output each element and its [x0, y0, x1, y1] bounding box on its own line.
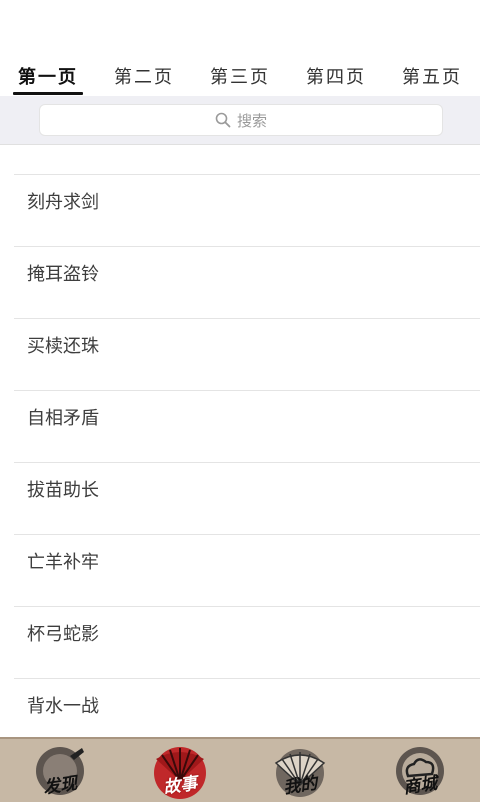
- tab-label: 第二页: [114, 67, 174, 88]
- nav-stories-label: 故事: [162, 773, 199, 799]
- nav-discover[interactable]: 发现: [0, 739, 120, 802]
- list-item-title: 背水一战: [27, 695, 99, 717]
- bottom-navigation: 发现 故事 我的 商城: [0, 737, 480, 802]
- page-tabs: 第一页 第二页 第三页 第四页 第五页: [0, 56, 480, 96]
- list-item[interactable]: 亡羊补牢: [14, 534, 480, 606]
- list-item[interactable]: 掩耳盗铃: [14, 246, 480, 318]
- tab-page-2[interactable]: 第二页: [96, 56, 192, 96]
- nav-mall-label: 商城: [402, 773, 439, 799]
- list-item[interactable]: 买椟还珠: [14, 318, 480, 390]
- list-item[interactable]: 杯弓蛇影: [14, 606, 480, 678]
- tab-page-3[interactable]: 第三页: [192, 56, 288, 96]
- search-icon: [215, 112, 231, 128]
- list-item-title: 杯弓蛇影: [27, 623, 99, 645]
- list-item[interactable]: 刻舟求剑: [14, 174, 480, 246]
- tab-label: 第一页: [18, 67, 78, 88]
- tab-label: 第四页: [306, 67, 366, 88]
- list-item-title: 掩耳盗铃: [27, 263, 99, 285]
- nav-mall[interactable]: 商城: [360, 739, 480, 802]
- list-item[interactable]: 自相矛盾: [14, 390, 480, 462]
- nav-discover-label: 发现: [42, 773, 79, 799]
- list-item[interactable]: 拔苗助长: [14, 462, 480, 534]
- list-item-title: 拔苗助长: [27, 479, 99, 501]
- tab-page-4[interactable]: 第四页: [288, 56, 384, 96]
- top-blank-area: [0, 0, 480, 56]
- list-item-title: 自相矛盾: [27, 407, 99, 429]
- nav-stories[interactable]: 故事: [120, 739, 240, 802]
- tab-label: 第五页: [402, 67, 462, 88]
- idiom-list: 刻舟求剑 掩耳盗铃 买椟还珠 自相矛盾 拔苗助长 亡羊补牢 杯弓蛇影 背水一战: [0, 174, 480, 750]
- search-input[interactable]: 搜索: [39, 104, 443, 136]
- tab-label: 第三页: [210, 67, 270, 88]
- nav-mine-label: 我的: [282, 773, 319, 799]
- tab-page-5[interactable]: 第五页: [384, 56, 480, 96]
- nav-mine[interactable]: 我的: [240, 739, 360, 802]
- search-placeholder: 搜索: [236, 111, 267, 130]
- search-bar: 搜索: [0, 96, 480, 145]
- list-item-title: 刻舟求剑: [27, 191, 99, 213]
- list-item-title: 买椟还珠: [27, 335, 99, 357]
- list-item-title: 亡羊补牢: [27, 551, 99, 573]
- tab-page-1[interactable]: 第一页: [0, 56, 96, 96]
